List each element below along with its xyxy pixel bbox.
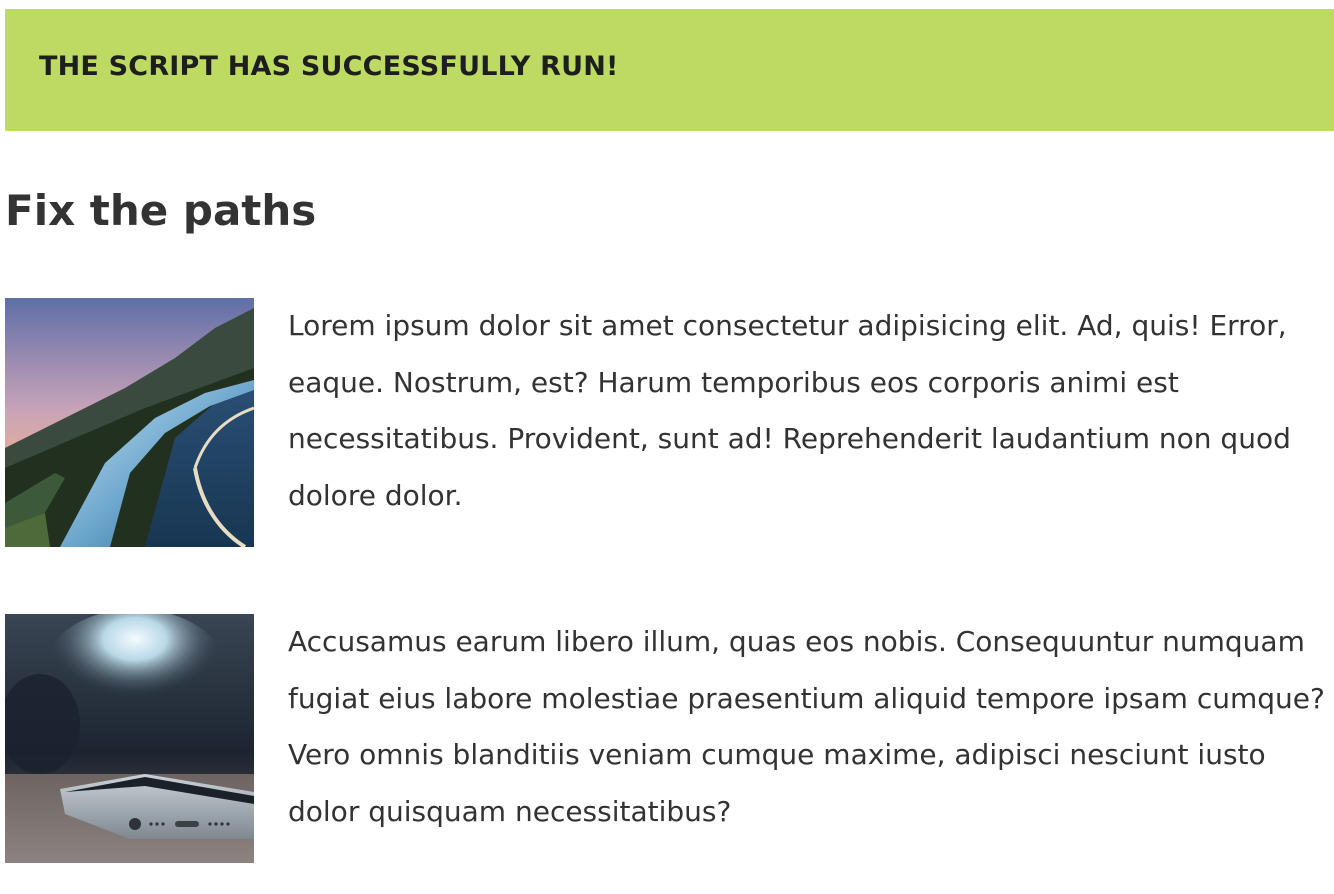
article-text: Accusamus earum libero illum, quas eos n…	[288, 625, 1325, 828]
article-item: Lorem ipsum dolor sit amet consectetur a…	[5, 298, 1334, 548]
article-text: Lorem ipsum dolor sit amet consectetur a…	[288, 309, 1291, 512]
road-guardrail-photo	[5, 298, 254, 547]
page-title: Fix the paths	[5, 186, 317, 235]
success-message: THE SCRIPT HAS SUCCESSFULLY RUN!	[39, 51, 619, 82]
article-item: Accusamus earum libero illum, quas eos n…	[5, 614, 1334, 864]
success-banner: THE SCRIPT HAS SUCCESSFULLY RUN!	[5, 9, 1334, 131]
smartphone-photo	[5, 614, 254, 863]
